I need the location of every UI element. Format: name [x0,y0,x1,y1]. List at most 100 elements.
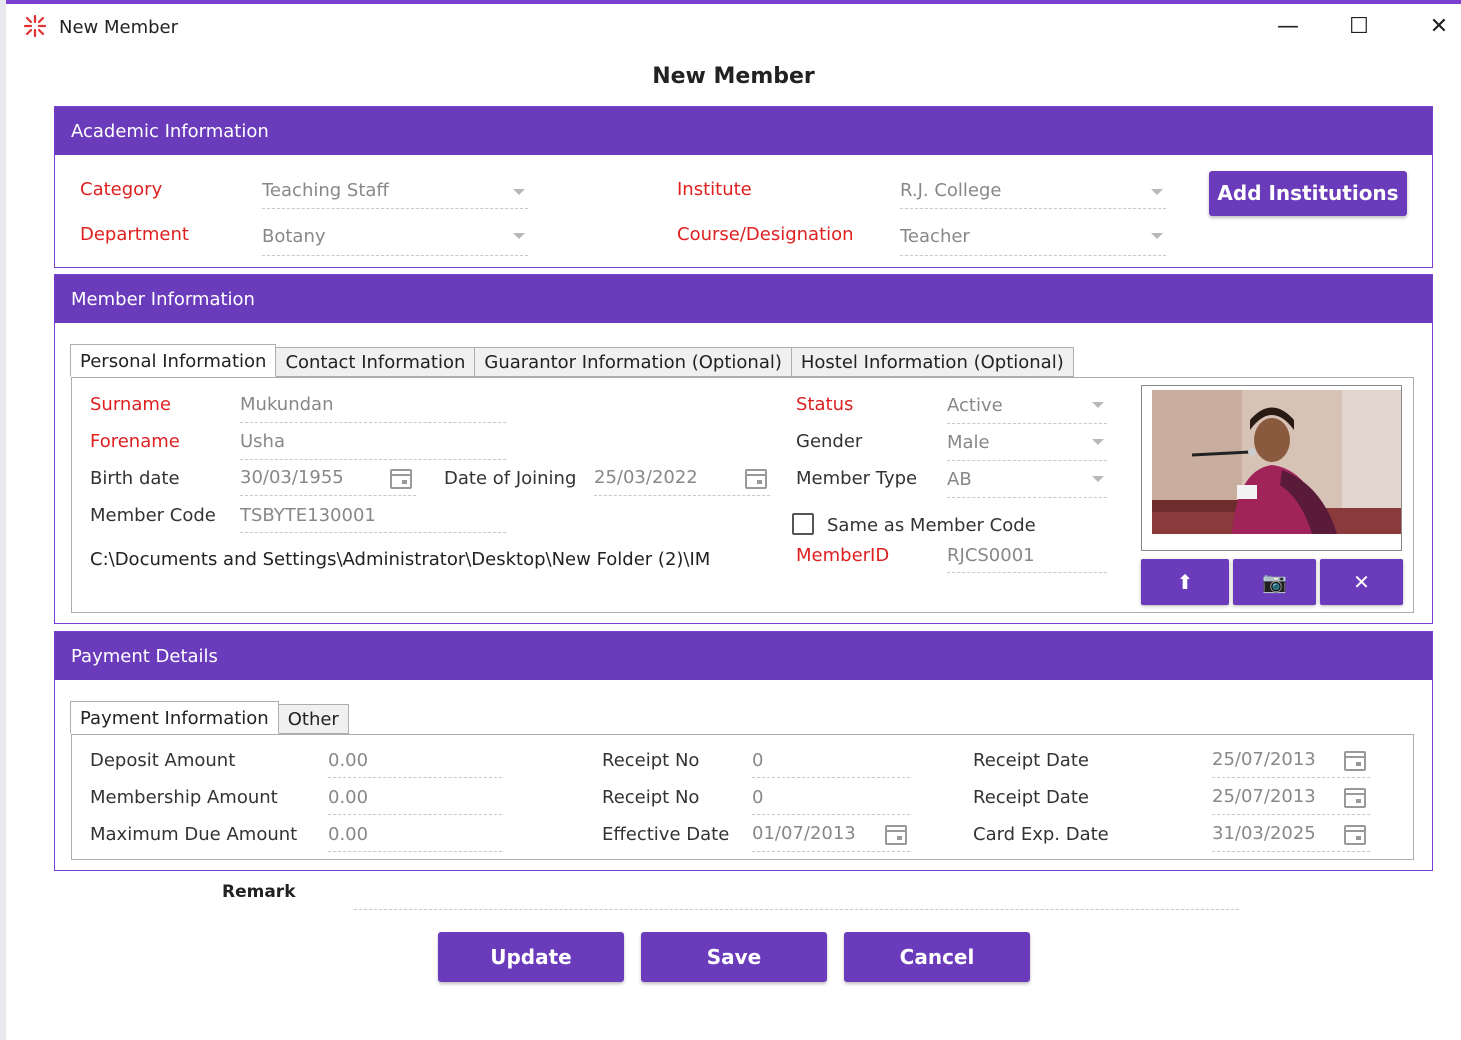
member-tabs: Personal Information Contact Information… [70,344,1074,377]
category-select[interactable]: Teaching Staff [262,180,389,201]
birth-date-calendar-icon[interactable] [390,469,412,489]
tab-payment-information[interactable]: Payment Information [70,701,279,734]
card-exp-date-label: Card Exp. Date [973,824,1109,845]
joining-date-underline [594,495,770,496]
member-code-label: Member Code [90,505,216,526]
status-label: Status [796,394,854,415]
gender-select[interactable]: Male [947,432,990,453]
effective-date-underline [752,851,910,852]
member-section: Member Information Personal Information … [54,274,1433,624]
forename-label: Forename [90,431,180,452]
minimize-button[interactable]: — [1268,10,1308,44]
save-button[interactable]: Save [641,932,827,982]
birth-date-underline [240,495,416,496]
upload-photo-button[interactable]: ⬆ [1141,559,1229,605]
payment-info-panel: Deposit Amount 0.00 Membership Amount 0.… [71,734,1414,860]
effective-date-label: Effective Date [602,824,730,845]
receipt-no-input-1[interactable]: 0 [752,750,763,771]
tab-hostel-information[interactable]: Hostel Information (Optional) [790,347,1074,377]
deposit-underline [328,777,502,778]
tab-other[interactable]: Other [277,704,349,734]
remark-label: Remark [222,882,296,902]
remark-input[interactable] [354,909,1239,910]
member-type-label: Member Type [796,468,918,489]
receipt-date-2-underline [1212,814,1370,815]
member-type-dropdown-icon[interactable] [1092,476,1104,482]
card-exp-date-input[interactable]: 31/03/2025 [1212,823,1316,844]
maxdue-underline [328,851,502,852]
receipt-no-2-underline [752,814,910,815]
photo-buttons: ⬆ 📷 ✕ [1141,559,1403,605]
membership-amount-label: Membership Amount [90,787,278,808]
status-select[interactable]: Active [947,395,1003,416]
membership-underline [328,814,502,815]
receipt-date-1-underline [1212,777,1370,778]
member-code-underline [240,532,506,533]
remove-photo-button[interactable]: ✕ [1320,559,1403,605]
tab-personal-information[interactable]: Personal Information [70,344,277,377]
status-dropdown-icon[interactable] [1092,402,1104,408]
receipt-date-2-calendar-icon[interactable] [1344,788,1366,808]
deposit-amount-label: Deposit Amount [90,750,236,771]
camera-button[interactable]: 📷 [1233,559,1316,605]
cancel-button[interactable]: Cancel [844,932,1030,982]
app-logo-icon [23,14,47,38]
tab-guarantor-information[interactable]: Guarantor Information (Optional) [474,347,792,377]
member-type-underline [947,497,1107,498]
academic-section-header: Academic Information [55,107,1432,155]
joining-date-calendar-icon[interactable] [745,469,767,489]
card-exp-date-calendar-icon[interactable] [1344,825,1366,845]
receipt-date-input-2[interactable]: 25/07/2013 [1212,786,1316,807]
department-dropdown-icon[interactable] [513,233,525,239]
close-button[interactable]: ✕ [1419,10,1459,44]
member-type-select[interactable]: AB [947,469,972,490]
surname-input[interactable]: Mukundan [240,394,334,415]
birth-date-label: Birth date [90,468,180,489]
institute-select[interactable]: R.J. College [900,180,1002,201]
receipt-no-input-2[interactable]: 0 [752,787,763,808]
memberid-underline [947,572,1107,573]
payment-tabs: Payment Information Other [70,701,349,734]
same-as-member-code-checkbox[interactable] [792,513,814,535]
department-label: Department [80,224,189,245]
receipt-no-label-2: Receipt No [602,787,700,808]
gender-dropdown-icon[interactable] [1092,439,1104,445]
category-dropdown-icon[interactable] [513,189,525,195]
update-button[interactable]: Update [438,932,624,982]
institute-dropdown-icon[interactable] [1151,189,1163,195]
payment-section: Payment Details Payment Information Othe… [54,631,1433,871]
max-due-amount-input[interactable]: 0.00 [328,824,368,845]
forename-input[interactable]: Usha [240,431,285,452]
effective-date-calendar-icon[interactable] [885,825,907,845]
receipt-date-label-2: Receipt Date [973,787,1089,808]
receipt-date-input-1[interactable]: 25/07/2013 [1212,749,1316,770]
course-dropdown-icon[interactable] [1151,233,1163,239]
effective-date-input[interactable]: 01/07/2013 [752,823,856,844]
payment-section-header: Payment Details [55,632,1432,680]
receipt-date-1-calendar-icon[interactable] [1344,751,1366,771]
same-as-member-code-label: Same as Member Code [827,515,1036,536]
joining-date-input[interactable]: 25/03/2022 [594,467,698,488]
course-select[interactable]: Teacher [900,226,970,247]
department-underline [262,255,528,256]
joining-date-label: Date of Joining [444,468,577,489]
add-institutions-button[interactable]: Add Institutions [1209,171,1407,216]
deposit-amount-input[interactable]: 0.00 [328,750,368,771]
title-bar: New Member — ☐ ✕ [6,4,1461,48]
institute-underline [900,208,1166,209]
membership-amount-input[interactable]: 0.00 [328,787,368,808]
member-section-header: Member Information [55,275,1432,323]
photo-path-text: C:\Documents and Settings\Administrator\… [90,549,711,570]
birth-date-input[interactable]: 30/03/1955 [240,467,344,488]
tab-contact-information[interactable]: Contact Information [275,347,476,377]
surname-underline [240,422,506,423]
member-photo [1152,390,1401,534]
category-label: Category [80,179,163,200]
page-title: New Member [652,64,815,89]
memberid-input[interactable]: RJCS0001 [947,545,1035,566]
member-code-input[interactable]: TSBYTE130001 [240,505,376,526]
department-select[interactable]: Botany [262,226,326,247]
maximize-button[interactable]: ☐ [1339,10,1379,44]
receipt-date-label-1: Receipt Date [973,750,1089,771]
forename-underline [240,459,506,460]
